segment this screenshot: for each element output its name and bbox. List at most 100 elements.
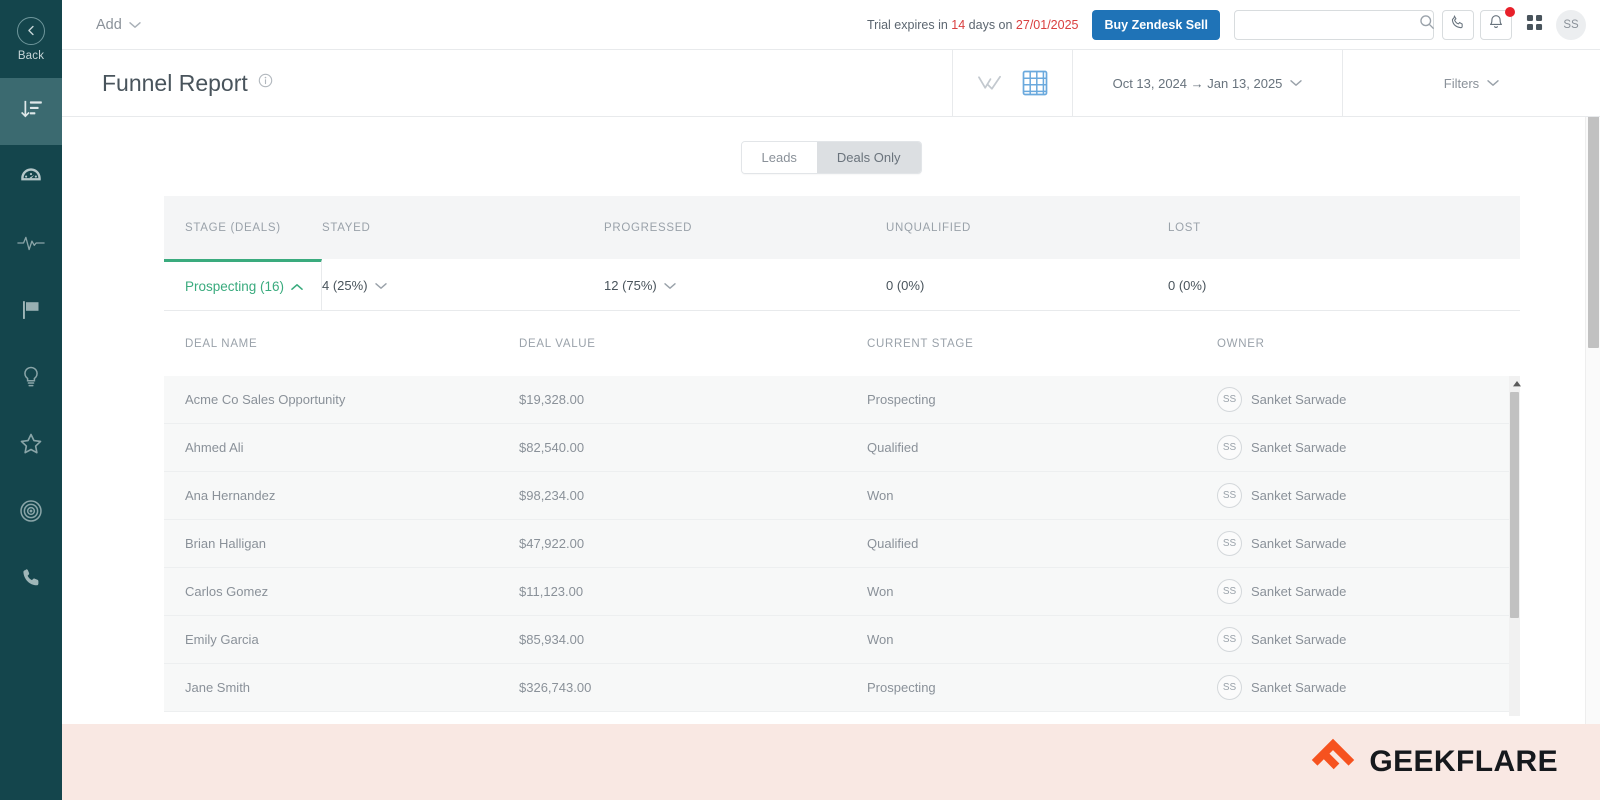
search-box[interactable] xyxy=(1234,9,1434,40)
back-button[interactable]: Back xyxy=(0,0,62,78)
page-scrollbar[interactable] xyxy=(1585,117,1600,800)
avatar: SS xyxy=(1217,675,1242,700)
cell-deal-name: Brian Halligan xyxy=(185,536,266,551)
chart-view-icon[interactable] xyxy=(977,72,1002,94)
cell-owner: SS Sanket Sarwade xyxy=(1217,435,1520,460)
col-owner: OWNER xyxy=(1217,337,1265,350)
sidebar-item-targets[interactable] xyxy=(0,480,62,547)
avatar: SS xyxy=(1217,435,1242,460)
metric-progressed[interactable]: 12 (75%) xyxy=(604,278,886,293)
chevron-down-icon xyxy=(664,278,676,293)
report-title-wrap: Funnel Report xyxy=(62,50,952,116)
cell-deal-name: Carlos Gomez xyxy=(185,584,269,599)
cell-deal-value: $11,123.00 xyxy=(519,584,584,599)
scroll-up-arrow[interactable] xyxy=(1509,376,1524,392)
segment-deals-only[interactable]: Deals Only xyxy=(816,142,921,173)
col-stayed: STAYED xyxy=(322,221,371,234)
table-row[interactable]: Ana Hernandez $98,234.00 Won SS Sanket Sarwa… xyxy=(164,472,1520,520)
dashboard-gauge-icon xyxy=(18,163,44,194)
sidebar-item-dashboard[interactable] xyxy=(0,145,62,212)
col-deal-value: DEAL VALUE xyxy=(519,337,596,350)
dialer-button[interactable] xyxy=(1442,9,1474,40)
stage-label: Prospecting (16) xyxy=(185,279,285,294)
metric-stayed[interactable]: 4 (25%) xyxy=(322,278,604,293)
sort-descending-icon xyxy=(18,96,44,127)
sidebar-item-calls[interactable] xyxy=(0,547,62,614)
left-sidebar: Back xyxy=(0,0,62,800)
sidebar-item-insights[interactable] xyxy=(0,346,62,413)
table-row[interactable]: Acme Co Sales Opportunity $19,328.00 Prosp… xyxy=(164,376,1520,424)
col-progressed: PROGRESSED xyxy=(604,221,693,234)
trial-prefix: Trial expires in xyxy=(866,17,952,32)
avatar: SS xyxy=(1217,579,1242,604)
notification-badge xyxy=(1505,6,1515,17)
scrollbar-thumb[interactable] xyxy=(1510,392,1519,618)
cell-deal-name: Acme Co Sales Opportunity xyxy=(185,392,346,407)
table-row[interactable]: Emily Garcia $85,934.00 Won SS Sanket Sarwad… xyxy=(164,616,1520,664)
owner-name: Sanket Sarwade xyxy=(1251,680,1347,695)
date-range-selector[interactable]: Oct 13, 2024 → Jan 13, 2025 xyxy=(1072,50,1342,116)
cell-current-stage: Won xyxy=(867,488,894,503)
cell-current-stage: Qualified xyxy=(867,536,919,551)
back-label: Back xyxy=(17,49,45,62)
segment-leads[interactable]: Leads xyxy=(741,142,817,173)
leads-deals-toggle: Leads Deals Only xyxy=(740,141,922,174)
owner-name: Sanket Sarwade xyxy=(1251,392,1347,407)
cell-deal-value: $326,743.00 xyxy=(519,680,592,695)
chevron-up-icon xyxy=(291,278,303,296)
chevron-down-icon xyxy=(1290,74,1303,92)
main-column: Add Trial expires in 14 days on 27/01/20… xyxy=(62,0,1600,800)
metric-lost: 0 (0%) xyxy=(1168,278,1520,293)
buy-zendesk-sell-button[interactable]: Buy Zendesk Sell xyxy=(1092,9,1220,40)
add-dropdown[interactable]: Add xyxy=(96,16,141,34)
metric-lost-value: 0 (0%) xyxy=(1168,277,1207,293)
user-avatar[interactable]: SS xyxy=(1556,9,1586,40)
cell-deal-value: $85,934.00 xyxy=(519,632,585,647)
geekflare-logo-icon xyxy=(1311,738,1355,787)
target-icon xyxy=(18,498,44,529)
cell-owner: SS Sanket Sarwade xyxy=(1217,483,1520,508)
table-row[interactable]: Brian Halligan $47,922.00 Qualified SS Sanke… xyxy=(164,520,1520,568)
view-toggle-group xyxy=(952,50,1072,116)
deal-table-header: DEAL NAME DEAL VALUE CURRENT STAGE OWNER xyxy=(164,311,1520,376)
notifications-button[interactable] xyxy=(1480,6,1515,40)
avatar: SS xyxy=(1217,483,1242,508)
sidebar-item-reports[interactable] xyxy=(0,78,62,145)
page-scrollbar-thumb[interactable] xyxy=(1588,117,1599,348)
app-root: Back Add Trial expires in 14 days on 27/… xyxy=(0,0,1600,800)
report-body: Leads Deals Only STAGE (DEALS) STAYED PR… xyxy=(62,117,1600,800)
deal-table-scrollbar[interactable] xyxy=(1509,376,1521,716)
table-row[interactable]: Carlos Gomez $11,123.00 Won SS Sanket Sarwad… xyxy=(164,568,1520,616)
funnel-panel: STAGE (DEALS) STAYED PROGRESSED UNQUALIF… xyxy=(164,196,1521,716)
search-input[interactable] xyxy=(1243,17,1419,32)
cell-deal-value: $47,922.00 xyxy=(519,536,585,551)
sidebar-item-goals[interactable] xyxy=(0,279,62,346)
cell-owner: SS Sanket Sarwade xyxy=(1217,531,1520,556)
date-range-label: Oct 13, 2024 → Jan 13, 2025 xyxy=(1112,75,1283,91)
cell-owner: SS Sanket Sarwade xyxy=(1217,387,1520,412)
filters-button[interactable]: Filters xyxy=(1342,50,1600,116)
avatar: SS xyxy=(1217,387,1242,412)
trial-notice: Trial expires in 14 days on 27/01/2025 xyxy=(867,18,1079,32)
owner-name: Sanket Sarwade xyxy=(1251,488,1347,503)
table-view-icon[interactable] xyxy=(1022,70,1048,96)
stage-cell-prospecting[interactable]: Prospecting (16) xyxy=(164,259,322,311)
owner-name: Sanket Sarwade xyxy=(1251,440,1347,455)
info-icon[interactable] xyxy=(258,73,273,93)
top-bar: Add Trial expires in 14 days on 27/01/20… xyxy=(62,0,1600,50)
cell-owner: SS Sanket Sarwade xyxy=(1217,579,1520,604)
trial-days: 14 xyxy=(951,17,966,32)
cell-current-stage: Prospecting xyxy=(867,392,936,407)
apps-grid-button[interactable] xyxy=(1518,10,1550,40)
cell-deal-name: Ahmed Ali xyxy=(185,440,244,455)
funnel-table-row: Prospecting (16) 4 (25%) 12 (75%) 0 (0%)… xyxy=(164,259,1520,311)
sidebar-item-activity[interactable] xyxy=(0,212,62,279)
avatar: SS xyxy=(1217,531,1242,556)
table-row[interactable]: Ahmed Ali $82,540.00 Qualified SS Sanket Sar… xyxy=(164,424,1520,472)
col-deal-name: DEAL NAME xyxy=(185,337,258,350)
avatar: SS xyxy=(1217,627,1242,652)
cell-deal-name: Jane Smith xyxy=(185,680,251,695)
table-row[interactable]: Jane Smith $326,743.00 Prospecting SS Sanket… xyxy=(164,664,1520,712)
sidebar-item-favorites[interactable] xyxy=(0,413,62,480)
cell-deal-value: $82,540.00 xyxy=(519,440,585,455)
